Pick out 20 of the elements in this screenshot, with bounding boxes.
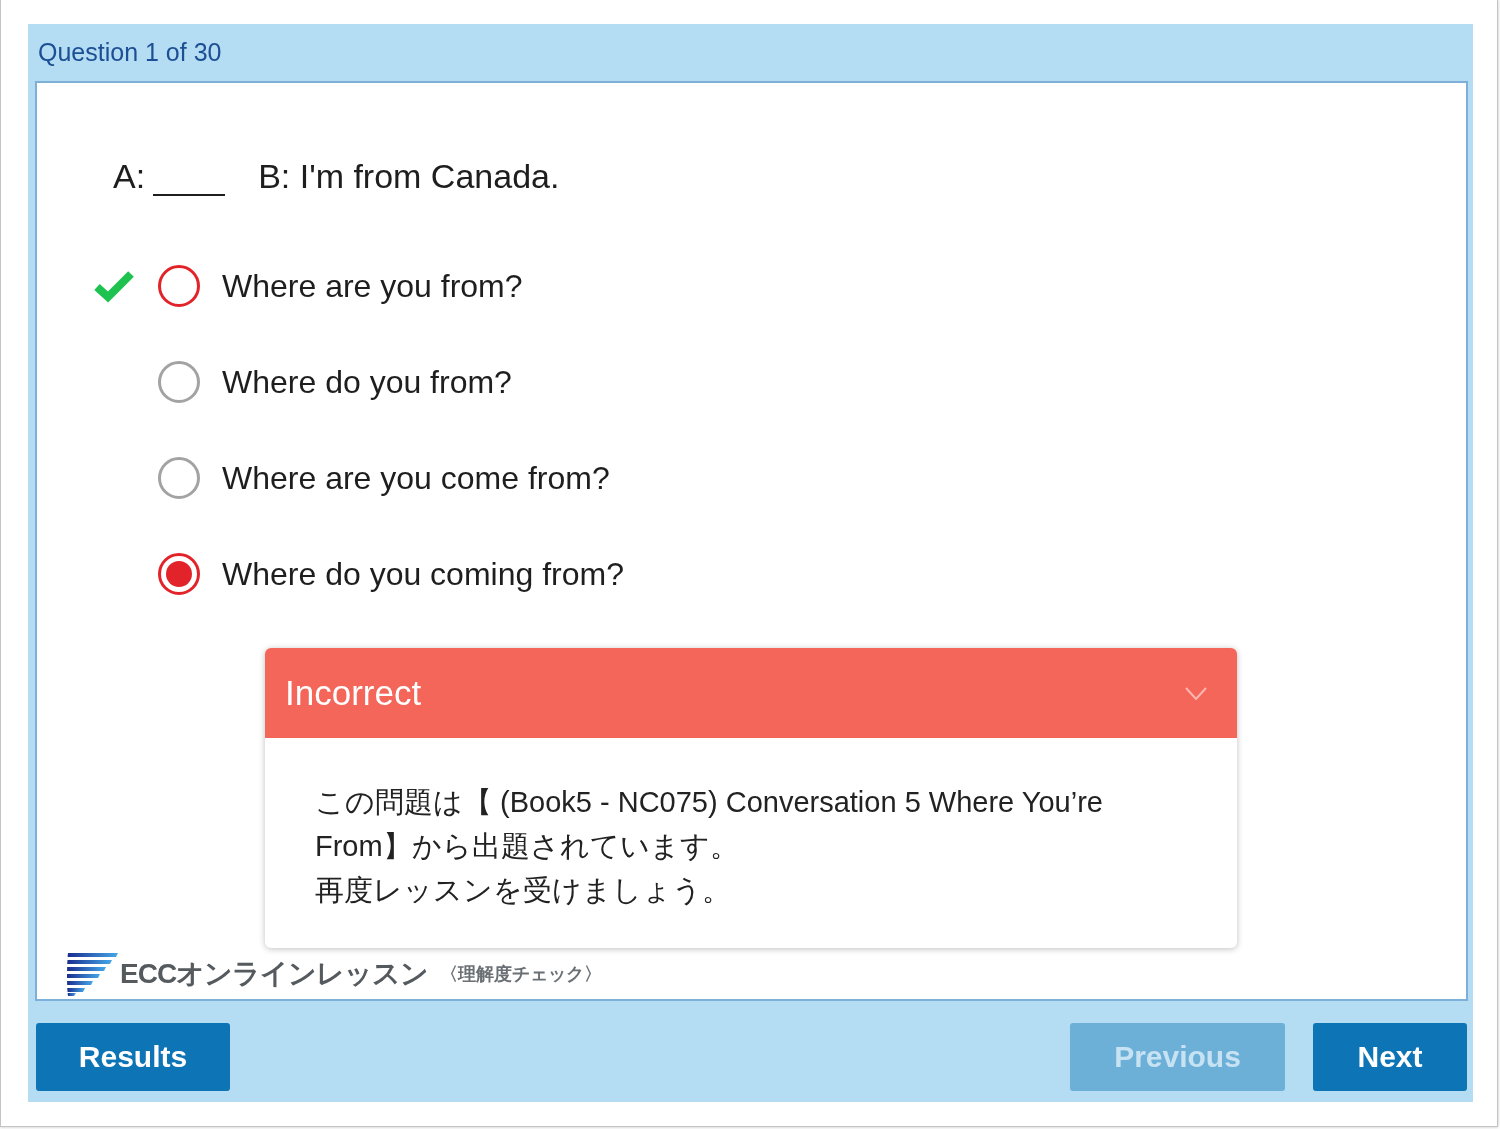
stripes-logo-icon — [66, 952, 118, 996]
option-text: Where are you come from? — [222, 459, 610, 498]
question-counter: Question 1 of 30 — [38, 36, 222, 68]
nav-button[interactable]: Next — [1313, 1023, 1467, 1091]
feedback-text: この問題は【 (Book5 - NC075) Conversation 5 Where You’re From】から出題されています。 — [315, 785, 1104, 864]
option-text: Where do you from? — [222, 363, 512, 402]
feedback-text: 再度レッスンを受けましょう。 — [315, 873, 732, 908]
option-text: Where do you coming from? — [222, 555, 624, 594]
nav-button[interactable]: Results — [36, 1023, 230, 1091]
feedback-title: Incorrect — [285, 671, 422, 714]
radio-button[interactable] — [157, 456, 201, 500]
radio-button[interactable] — [157, 264, 201, 308]
radio-button[interactable] — [157, 552, 201, 596]
radio-button[interactable] — [157, 360, 201, 404]
chevron-icon[interactable] — [1185, 686, 1207, 700]
option-text: Where are you from? — [222, 267, 523, 306]
question-text: B: I'm from Canada. — [258, 156, 560, 196]
logo-tagline: 〈理解度チェック〉 — [440, 962, 603, 986]
question-text: A: — [113, 156, 146, 196]
logo-text: ECCオンラインレッスン — [120, 957, 429, 991]
